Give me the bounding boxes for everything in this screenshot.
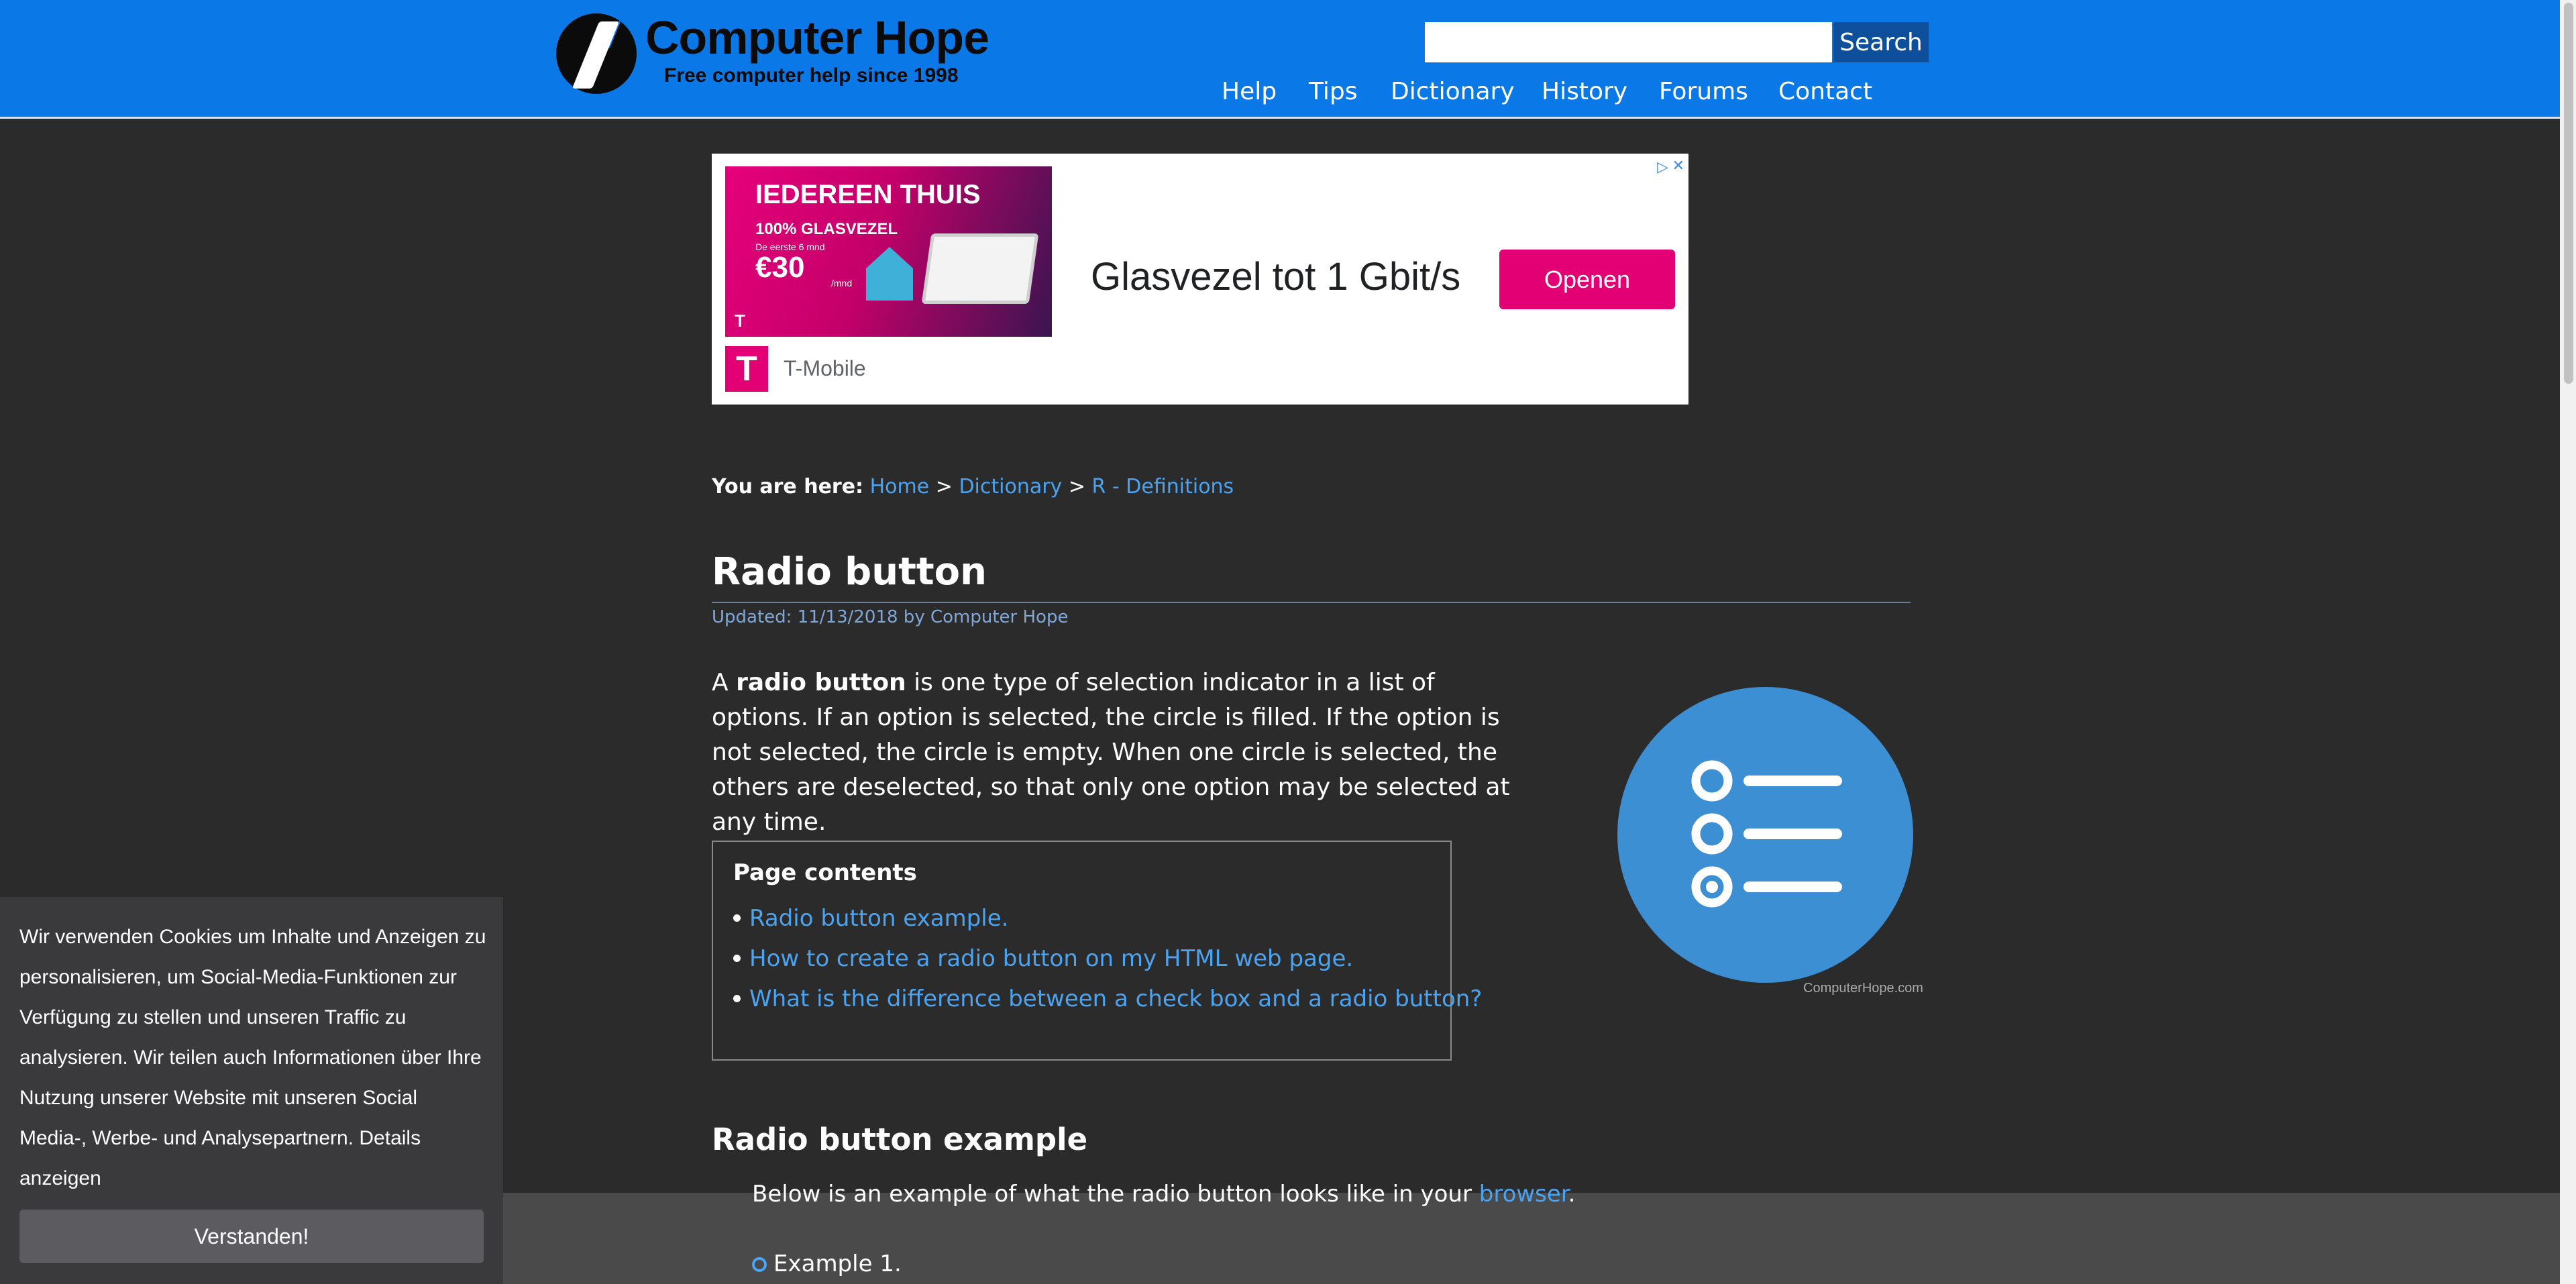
ad-banner-image[interactable]: IEDEREEN THUIS 100% GLASVEZEL De eerste …	[725, 166, 1052, 337]
logo-tagline: Free computer help since 1998	[664, 64, 959, 87]
breadcrumb-separator: >	[1068, 475, 1085, 498]
breadcrumb-r-definitions[interactable]: R - Definitions	[1092, 475, 1234, 498]
nav-history[interactable]: History	[1542, 78, 1627, 105]
t-mobile-small-logo-icon: T	[735, 311, 745, 331]
example-label: Example 1.	[773, 1250, 902, 1277]
section-heading: Radio button example	[712, 1122, 1088, 1157]
t-mobile-logo-icon[interactable]: T	[725, 346, 768, 392]
nav-help[interactable]: Help	[1222, 78, 1277, 105]
breadcrumb-dictionary[interactable]: Dictionary	[959, 475, 1062, 498]
browser-link[interactable]: browser	[1479, 1181, 1568, 1208]
ad-banner-subtitle: 100% GLASVEZEL	[755, 220, 898, 238]
ad-banner-title: IEDEREEN THUIS	[755, 180, 981, 209]
cookie-message: Wir verwenden Cookies um Inhalte und Anz…	[19, 926, 486, 1149]
title-divider	[712, 602, 1911, 603]
example-description: Below is an example of what the radio bu…	[752, 1181, 1575, 1208]
breadcrumb-separator: >	[935, 475, 953, 498]
example-radio-option[interactable]: Example 1.	[752, 1250, 902, 1277]
list-item: What is the difference between a check b…	[733, 984, 1482, 1024]
advertisement[interactable]: IEDEREEN THUIS 100% GLASVEZEL De eerste …	[712, 154, 1688, 405]
computer-hope-logo-icon[interactable]	[556, 13, 637, 94]
page-contents-list: Radio button example. How to create a ra…	[733, 904, 1482, 1024]
breadcrumb-home[interactable]: Home	[870, 475, 930, 498]
cookie-text: Wir verwenden Cookies um Inhalte und Anz…	[19, 917, 489, 1199]
breadcrumb-label: You are here:	[712, 475, 864, 498]
search-input[interactable]	[1425, 22, 1832, 62]
nav-tips[interactable]: Tips	[1309, 78, 1358, 105]
page-title: Radio button	[712, 550, 987, 594]
laptop-icon	[921, 233, 1039, 304]
contents-link-example[interactable]: Radio button example.	[749, 905, 1008, 932]
cookie-accept-button[interactable]: Verstanden!	[19, 1210, 484, 1263]
intro-term: radio button	[736, 669, 906, 696]
intro-paragraph: A radio button is one type of selection …	[712, 665, 1537, 840]
ad-close-icon[interactable]: ✕	[1672, 158, 1684, 174]
ad-brand-name[interactable]: T-Mobile	[784, 356, 866, 381]
ad-open-button[interactable]: Openen	[1499, 250, 1675, 309]
radio-button-icon[interactable]	[752, 1257, 767, 1272]
updated-date: Updated: 11/13/2018 by Computer Hope	[712, 607, 1069, 627]
radio-button-illustration-icon	[1617, 687, 1913, 983]
cookie-consent-banner: Wir verwenden Cookies um Inhalte und Anz…	[0, 897, 503, 1284]
breadcrumb: You are here: Home > Dictionary > R - De…	[712, 475, 1234, 498]
list-item: Radio button example.	[733, 904, 1482, 944]
contents-link-difference[interactable]: What is the difference between a check b…	[749, 985, 1482, 1012]
contents-link-how-to-create[interactable]: How to create a radio button on my HTML …	[749, 945, 1353, 972]
nav-forums[interactable]: Forums	[1659, 78, 1748, 105]
house-icon	[866, 247, 913, 301]
list-item: How to create a radio button on my HTML …	[733, 944, 1482, 984]
page-contents-heading: Page contents	[733, 859, 917, 886]
ad-info-icon[interactable]: ▷	[1657, 159, 1668, 176]
nav-dictionary[interactable]: Dictionary	[1391, 78, 1515, 105]
ad-banner-unit: /mnd	[831, 278, 853, 288]
logo-title[interactable]: Computer Hope	[645, 11, 989, 64]
page-contents-box: Page contents Radio button example. How …	[712, 841, 1482, 1061]
nav-contact[interactable]: Contact	[1778, 78, 1872, 105]
ad-headline[interactable]: Glasvezel tot 1 Gbit/s	[1091, 254, 1460, 299]
illustration-credit: ComputerHope.com	[1803, 981, 1923, 996]
ad-banner-price: €30	[755, 251, 805, 284]
example-description-end: .	[1568, 1181, 1576, 1208]
search-button[interactable]: Search	[1833, 22, 1929, 62]
scrollbar-thumb[interactable]	[2564, 3, 2573, 384]
intro-text-start: A	[712, 669, 737, 696]
example-description-text: Below is an example of what the radio bu…	[752, 1181, 1479, 1208]
site-header: Computer Hope Free computer help since 1…	[0, 0, 2560, 119]
